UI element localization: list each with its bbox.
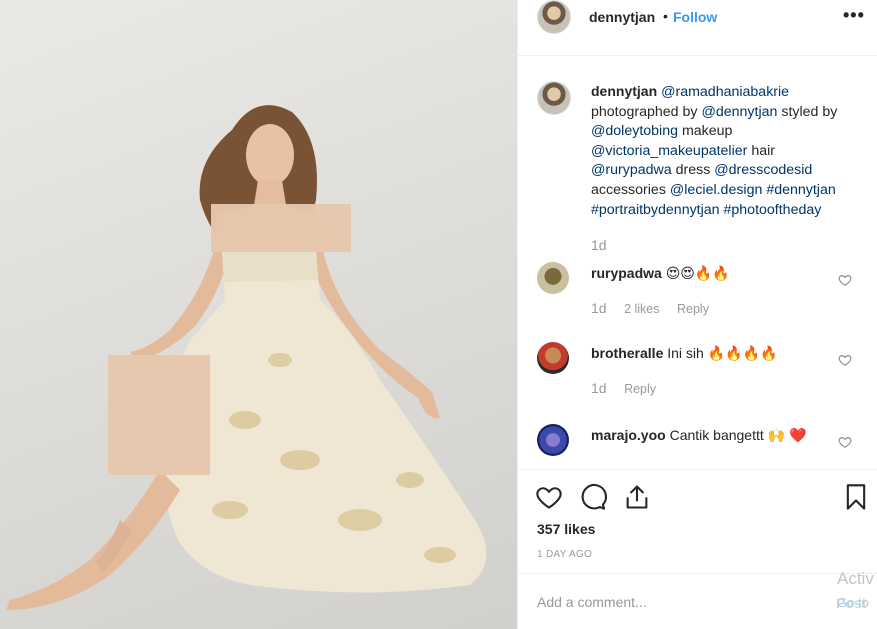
mention-link[interactable]: @dennytjan [701,104,777,120]
caption-avatar[interactable] [537,81,571,115]
post-photo[interactable] [0,0,517,629]
mention-link[interactable]: @rurypadwa [591,162,672,178]
comment-username[interactable]: brotheralle [591,345,663,361]
hashtag-link[interactable]: #portraitbydennytjan [591,202,720,218]
comment-text: brotheralle Ini sih 🔥🔥🔥🔥 [591,344,811,363]
comment-time[interactable]: 1d [591,300,607,316]
comment-reply-button[interactable]: Reply [624,382,656,396]
comment-like-heart-icon[interactable] [838,353,852,367]
hashtag-link[interactable]: #dennytjan [766,182,835,198]
mention-link[interactable]: @doleytobing [591,123,678,139]
comment-reply-button[interactable]: Reply [677,302,709,316]
comment-input[interactable] [537,594,817,610]
mention-link[interactable]: @leciel.design [670,182,762,198]
photo-illustration [6,105,487,610]
comment-time[interactable]: 1d [591,380,607,396]
comment-bubble-icon[interactable] [579,483,607,511]
post-side-panel: dennytjan • Follow ••• dennytjan @ramadh… [517,0,877,629]
caption-time[interactable]: 1d [591,237,607,253]
caption-body: @ramadhaniabakrie photographed by @denny… [591,84,838,218]
likes-count[interactable]: 357 likes [537,521,595,537]
caption-username[interactable]: dennytjan [591,83,657,99]
commenter-avatar[interactable] [537,262,569,294]
post-timestamp[interactable]: 1 DAY AGO [537,549,592,560]
comment-like-heart-icon[interactable] [838,435,852,449]
comment-likes[interactable]: 2 likes [624,302,659,316]
comment-body: Ini sih 🔥🔥🔥🔥 [667,345,778,361]
mention-link[interactable]: @victoria_makeupatelier [591,143,747,159]
follow-button[interactable]: Follow [673,9,717,25]
hashtag-link[interactable]: #photooftheday [724,202,822,218]
bookmark-icon[interactable] [842,483,870,511]
comment-username[interactable]: rurypadwa [591,265,662,281]
comment-text: rurypadwa 😍😍🔥🔥 [591,264,811,283]
author-avatar[interactable] [537,0,571,34]
comment-body: Cantik bangettt 🙌 ❤️ [669,427,807,443]
comment-username[interactable]: marajo.yoo [591,427,666,443]
caption-text: dennytjan @ramadhaniabakrie photographed… [591,82,857,220]
mention-link[interactable]: @ramadhaniabakrie [661,84,789,100]
mention-link[interactable]: @dresscodesid [714,162,812,178]
activation-watermark-line2: Go to [837,595,869,610]
comment-body: 😍😍🔥🔥 [665,265,730,281]
author-username[interactable]: dennytjan [589,9,655,25]
more-options-icon[interactable]: ••• [843,5,865,26]
activation-watermark-line1: Activ [837,569,874,588]
commenter-avatar[interactable] [537,342,569,374]
comment-meta: 1d 2 likes Reply [591,300,723,316]
comment-meta: 1d Reply [591,380,670,396]
post-header: dennytjan • Follow ••• [518,0,877,56]
comment-like-heart-icon[interactable] [838,273,852,287]
share-icon[interactable] [623,483,651,511]
post-actions: 357 likes 1 DAY AGO [518,469,877,573]
comment-text: marajo.yoo Cantik bangettt 🙌 ❤️ [591,426,811,445]
commenter-avatar[interactable] [537,424,569,456]
add-comment-bar: Post [518,573,877,629]
like-heart-icon[interactable] [535,483,563,511]
header-separator: • [663,8,668,24]
